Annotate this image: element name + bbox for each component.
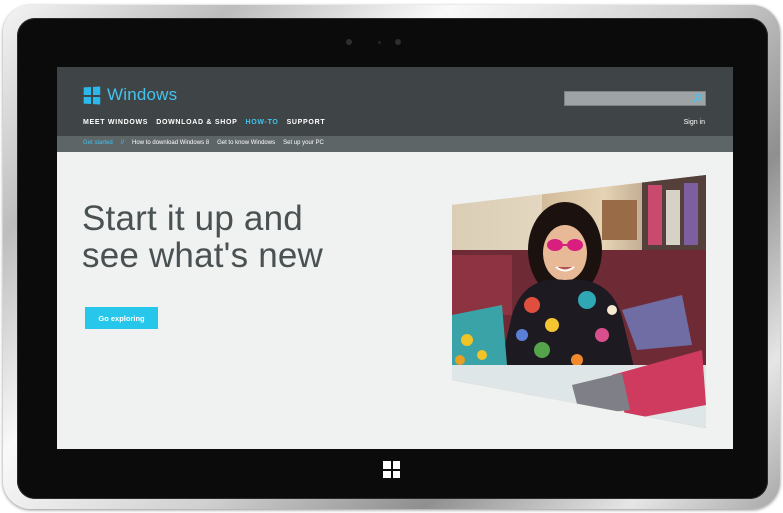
nav-support[interactable]: SUPPORT <box>287 119 326 126</box>
camera-lens-2 <box>395 39 401 45</box>
hero-title-line2: see what's new <box>82 236 323 275</box>
windows-logo[interactable]: Windows <box>83 85 177 105</box>
search-input[interactable] <box>564 91 706 106</box>
light-sensor <box>378 41 381 44</box>
nav-download-shop[interactable]: DOWNLOAD & SHOP <box>156 119 237 126</box>
subnav-how-to-download[interactable]: How to download Windows 8 <box>132 140 209 146</box>
sign-in-link[interactable]: Sign in <box>684 119 705 126</box>
nav-meet-windows[interactable]: MEET WINDOWS <box>83 119 148 126</box>
browser-screen: Windows MEET WINDOWS DOWNLOAD & SHOP HOW… <box>57 67 733 449</box>
camera-lens <box>346 39 352 45</box>
woman-with-laptop-photo <box>452 175 706 428</box>
windows-logo-icon <box>83 86 101 104</box>
site-header: Windows MEET WINDOWS DOWNLOAD & SHOP HOW… <box>57 67 733 136</box>
nav-how-to[interactable]: HOW-TO <box>245 119 278 126</box>
sub-navigation: Get started // How to download Windows 8… <box>57 136 733 152</box>
windows-start-icon[interactable] <box>383 461 400 478</box>
subnav-get-to-know[interactable]: Get to know Windows <box>217 140 275 146</box>
top-navigation: MEET WINDOWS DOWNLOAD & SHOP HOW-TO SUPP… <box>83 119 325 126</box>
subnav-get-started[interactable]: Get started <box>83 140 113 146</box>
hero-title-line1: Start it up and <box>82 199 303 238</box>
subnav-set-up-pc[interactable]: Set up your PC <box>283 140 324 146</box>
search-icon[interactable] <box>692 93 703 104</box>
hero-title: Start it up and see what's new <box>82 200 412 274</box>
brand-name: Windows <box>107 85 178 104</box>
breadcrumb-separator: // <box>120 140 125 146</box>
go-exploring-button[interactable]: Go exploring <box>85 307 158 329</box>
